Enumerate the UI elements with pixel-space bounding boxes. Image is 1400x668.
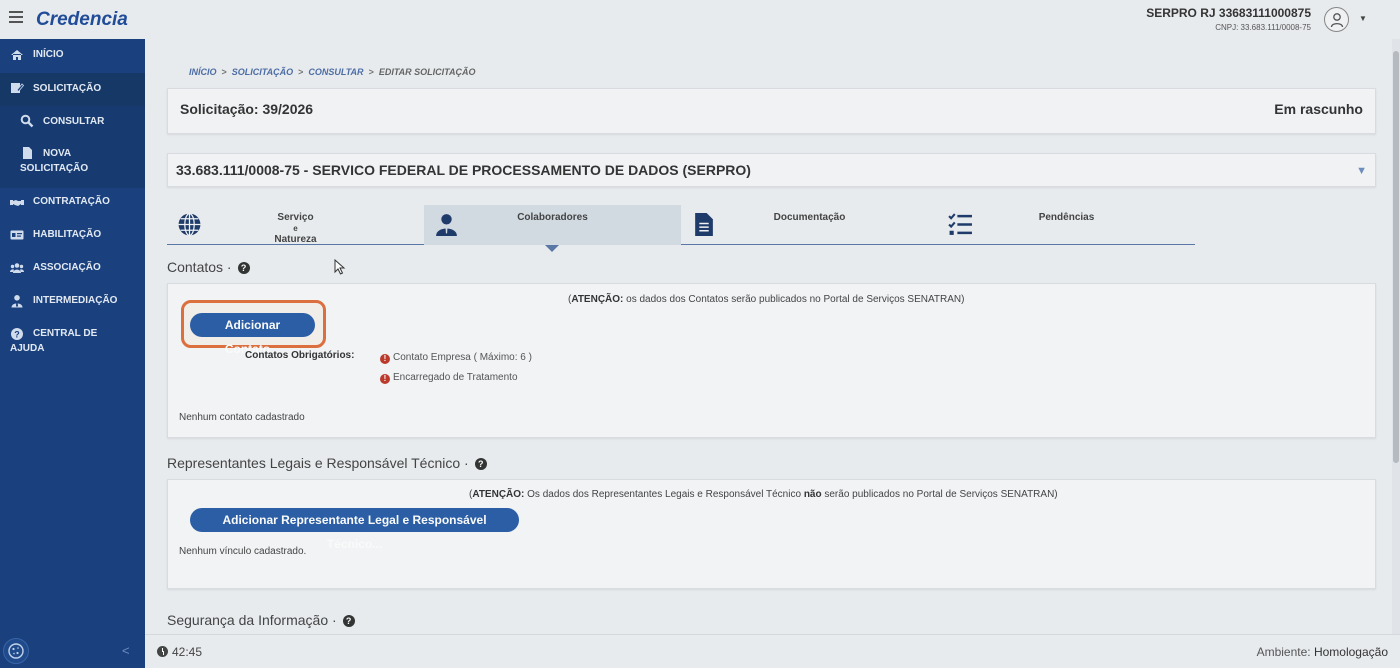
sidebar-item-label: INTERMEDIAÇÃO — [33, 295, 118, 306]
contatos-notice: (ATENÇÃO: os dados dos Contatos serão pu… — [568, 294, 965, 305]
environment-label: Ambiente: Homologação — [1256, 645, 1388, 659]
handshake-icon — [10, 200, 24, 206]
tab-pendencias[interactable]: Pendências — [938, 205, 1195, 245]
user-avatar-icon[interactable] — [1324, 7, 1349, 32]
chevron-down-icon[interactable]: ▼ — [1359, 14, 1367, 23]
tab-colaboradores[interactable]: Colaboradores — [424, 205, 681, 245]
session-timer: 42:45 — [172, 645, 203, 659]
status-badge: Em rascunho — [1274, 101, 1363, 117]
alert-icon: ! — [380, 374, 390, 384]
required-contato-empresa: ! Contato Empresa ( Máximo: 6 ) — [380, 352, 532, 364]
tab-servico-natureza[interactable]: Serviço e Natureza — [167, 205, 424, 245]
add-contato-button[interactable]: Adicionar Contato... — [190, 313, 315, 356]
top-header: Credencia SERPRO RJ 33683111000875 CNPJ:… — [0, 0, 1400, 39]
sidebar-item-inicio[interactable]: INÍCIO — [0, 47, 145, 65]
contatos-empty-message: Nenhum contato cadastrado — [179, 412, 305, 423]
footer: 42:45 Ambiente: Homologação — [145, 634, 1400, 668]
tab-label: Documentação — [773, 212, 846, 223]
collapse-sidebar-icon[interactable]: < — [122, 643, 130, 658]
representantes-section-title: Representantes Legais e Responsável Técn… — [167, 455, 487, 471]
add-representante-button[interactable]: Adicionar Representante Legal e Responsá… — [190, 508, 519, 551]
required-encarregado: ! Encarregado de Tratamento — [380, 372, 518, 384]
organization-name: 33.683.111/0008-75 - SERVICO FEDERAL DE … — [176, 162, 751, 178]
sidebar-item-habilitacao[interactable]: HABILITAÇÃO — [0, 227, 145, 245]
solicitacao-card: Solicitação: 39/2026 Em rascunho — [167, 88, 1376, 134]
sidebar: INÍCIO SOLICITAÇÃO CONSULTAR NOVA SOLICI… — [0, 39, 145, 634]
sidebar-item-label: CONTRATAÇÃO — [33, 196, 110, 207]
home-icon — [11, 50, 23, 60]
sidebar-item-solicitacao[interactable]: SOLICITAÇÃO — [0, 73, 145, 106]
alert-icon: ! — [380, 354, 390, 364]
user-tie-icon — [11, 295, 23, 308]
clock-icon — [157, 646, 168, 657]
breadcrumb-consultar[interactable]: CONSULTAR — [308, 67, 363, 77]
users-icon — [10, 263, 24, 273]
cookie-icon[interactable] — [3, 638, 29, 664]
seguranca-section-title: Segurança da Informação ·? — [167, 612, 355, 628]
organization-accordion[interactable]: 33.683.111/0008-75 - SERVICO FEDERAL DE … — [167, 153, 1376, 187]
representantes-empty-message: Nenhum vínculo cadastrado. — [179, 546, 307, 557]
sidebar-item-consultar[interactable]: CONSULTAR — [0, 106, 145, 136]
sidebar-item-central-de-ajuda[interactable]: ? CENTRAL DE AJUDA — [0, 326, 145, 360]
mouse-cursor-icon — [334, 259, 346, 275]
help-icon[interactable]: ? — [474, 458, 487, 470]
sidebar-footer: < — [0, 634, 145, 668]
tab-label: Colaboradores — [517, 212, 588, 223]
sidebar-item-label: CENTRAL DE AJUDA — [10, 328, 98, 354]
brand-logo[interactable]: Credencia — [36, 9, 128, 31]
user-cnpj: CNPJ: 33.683.111/0008-75 — [1215, 23, 1311, 32]
scrollbar-thumb[interactable] — [1393, 51, 1399, 463]
breadcrumb-inicio[interactable]: INÍCIO — [189, 67, 217, 77]
user-name: SERPRO RJ 33683111000875 — [1146, 6, 1311, 20]
breadcrumb: INÍCIO > SOLICITAÇÃO > CONSULTAR > EDITAR SOLI… — [189, 67, 476, 77]
search-icon — [20, 114, 34, 128]
sidebar-item-associacao[interactable]: ASSOCIAÇÃO — [0, 260, 145, 278]
breadcrumb-solicitacao[interactable]: SOLICITAÇÃO — [232, 67, 293, 77]
tab-label: Serviço e Natureza — [274, 212, 317, 245]
id-card-icon — [10, 230, 24, 240]
representantes-notice: (ATENÇÃO: Os dados dos Representantes Le… — [469, 489, 1058, 500]
sidebar-item-contratacao[interactable]: CONTRATAÇÃO — [0, 194, 145, 212]
chevron-down-icon[interactable]: ▼ — [1356, 165, 1367, 177]
sidebar-item-label: ASSOCIAÇÃO — [33, 262, 101, 273]
tab-label: Pendências — [1038, 212, 1095, 223]
help-icon[interactable]: ? — [342, 615, 355, 627]
scrollbar[interactable] — [1392, 39, 1400, 634]
active-tab-indicator — [545, 245, 559, 252]
sidebar-item-label: CONSULTAR — [43, 116, 105, 127]
contatos-obrigatorios-label: Contatos Obrigatórios: — [245, 350, 355, 361]
sidebar-item-label: HABILITAÇÃO — [33, 229, 102, 240]
breadcrumb-current: EDITAR SOLICITAÇÃO — [378, 67, 476, 77]
edit-icon — [11, 83, 24, 93]
sidebar-item-intermediacao[interactable]: INTERMEDIAÇÃO — [0, 293, 145, 311]
sidebar-item-label: INÍCIO — [33, 49, 64, 60]
help-icon[interactable]: ? — [237, 262, 250, 274]
menu-icon[interactable] — [9, 11, 23, 23]
sidebar-item-nova-solicitacao[interactable]: NOVA SOLICITAÇÃO — [0, 136, 145, 188]
sidebar-item-label: SOLICITAÇÃO — [33, 83, 102, 94]
page-title: Solicitação: 39/2026 — [180, 101, 314, 117]
sidebar-item-label: NOVA SOLICITAÇÃO — [20, 148, 89, 174]
tab-documentacao[interactable]: Documentação — [681, 205, 938, 245]
tab-bar: Serviço e Natureza Colaboradores Documenta… — [167, 205, 1195, 245]
contatos-section-title: Contatos ·? — [167, 259, 250, 275]
